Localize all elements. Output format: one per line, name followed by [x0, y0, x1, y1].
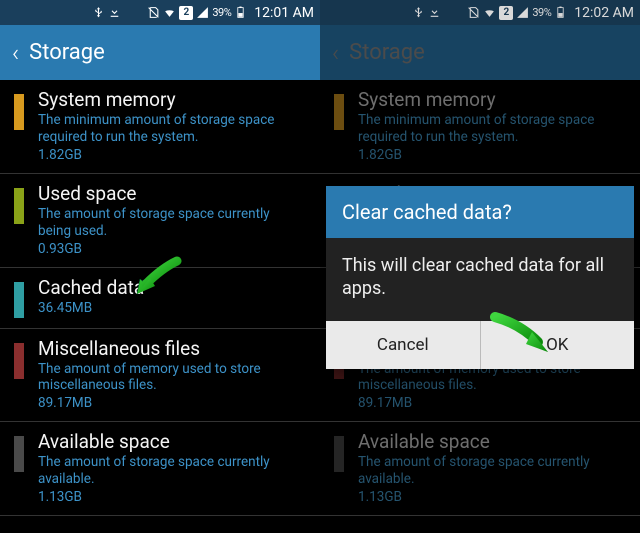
item-cached-data[interactable]: Cached data 36.45MB	[0, 268, 320, 329]
status-icons: 2 39% 12:02 AM	[412, 5, 634, 21]
cancel-button[interactable]: Cancel	[326, 321, 481, 369]
item-size: 89.17MB	[38, 395, 306, 411]
color-swatch	[14, 436, 24, 472]
battery-icon	[554, 6, 567, 19]
color-swatch	[334, 94, 344, 130]
action-bar[interactable]: ‹ Storage	[0, 25, 320, 80]
color-swatch	[334, 436, 344, 472]
item-title: System memory	[38, 88, 306, 111]
signal-icon	[516, 6, 529, 19]
back-icon[interactable]: ‹	[12, 39, 19, 67]
ok-button[interactable]: OK	[481, 321, 635, 369]
item-size: 36.45MB	[38, 300, 306, 316]
battery-percent: 39%	[212, 6, 231, 19]
usb-icon	[92, 6, 105, 19]
status-icons: 2 39% 12:01 AM	[92, 5, 314, 21]
wifi-icon	[163, 6, 176, 19]
sim-badge: 2	[179, 6, 193, 20]
item-available-space: Available space The amount of storage sp…	[320, 422, 640, 516]
item-title: Available space	[358, 430, 626, 453]
item-desc: The minimum amount of storage space requ…	[358, 112, 626, 146]
dialog-buttons: Cancel OK	[326, 321, 634, 369]
back-icon: ‹	[332, 39, 339, 67]
page-title: Storage	[349, 40, 425, 65]
status-bar: 2 39% 12:01 AM	[0, 0, 320, 25]
item-system-memory: System memory The minimum amount of stor…	[320, 80, 640, 174]
item-desc: The amount of storage space currently be…	[38, 206, 306, 240]
download-icon	[108, 6, 121, 19]
item-desc: The amount of memory used to store misce…	[38, 361, 306, 395]
item-title: Available space	[38, 430, 306, 453]
item-title: Miscellaneous files	[38, 337, 306, 360]
item-system-memory[interactable]: System memory The minimum amount of stor…	[0, 80, 320, 174]
item-size: 1.13GB	[358, 489, 626, 505]
color-swatch	[14, 94, 24, 130]
status-bar: 2 39% 12:02 AM	[320, 0, 640, 25]
battery-percent: 39%	[532, 6, 551, 19]
storage-list: System memory The minimum amount of stor…	[0, 80, 320, 516]
item-title: System memory	[358, 88, 626, 111]
clock: 12:01 AM	[254, 5, 314, 21]
action-bar: ‹ Storage	[320, 25, 640, 80]
color-swatch	[14, 282, 24, 318]
dialog-title: Clear cached data?	[326, 186, 634, 238]
screen-storage-list: 2 39% 12:01 AM ‹ Storage System memory T…	[0, 0, 320, 533]
clear-cache-dialog: Clear cached data? This will clear cache…	[326, 186, 634, 369]
wifi-icon	[483, 6, 496, 19]
item-misc-files[interactable]: Miscellaneous files The amount of memory…	[0, 329, 320, 423]
item-desc: The minimum amount of storage space requ…	[38, 112, 306, 146]
item-size: 0.93GB	[38, 241, 306, 257]
usb-icon	[412, 6, 425, 19]
screen-storage-dialog: 2 39% 12:02 AM ‹ Storage System memory T…	[320, 0, 640, 533]
color-swatch	[14, 343, 24, 379]
item-size: 89.17MB	[358, 395, 626, 411]
download-icon	[428, 6, 441, 19]
dialog-body: This will clear cached data for all apps…	[326, 238, 634, 321]
sim-badge: 2	[499, 6, 513, 20]
item-available-space[interactable]: Available space The amount of storage sp…	[0, 422, 320, 516]
item-title: Used space	[38, 182, 306, 205]
signal-icon	[196, 6, 209, 19]
item-desc: The amount of storage space currently av…	[38, 454, 306, 488]
color-swatch	[14, 188, 24, 224]
no-sim-icon	[147, 6, 160, 19]
item-size: 1.82GB	[358, 147, 626, 163]
page-title: Storage	[29, 40, 105, 65]
no-sim-icon	[467, 6, 480, 19]
item-desc: The amount of storage space currently av…	[358, 454, 626, 488]
item-used-space[interactable]: Used space The amount of storage space c…	[0, 174, 320, 268]
item-title: Cached data	[38, 276, 306, 299]
battery-icon	[234, 6, 247, 19]
item-size: 1.13GB	[38, 489, 306, 505]
item-size: 1.82GB	[38, 147, 306, 163]
clock: 12:02 AM	[574, 5, 634, 21]
